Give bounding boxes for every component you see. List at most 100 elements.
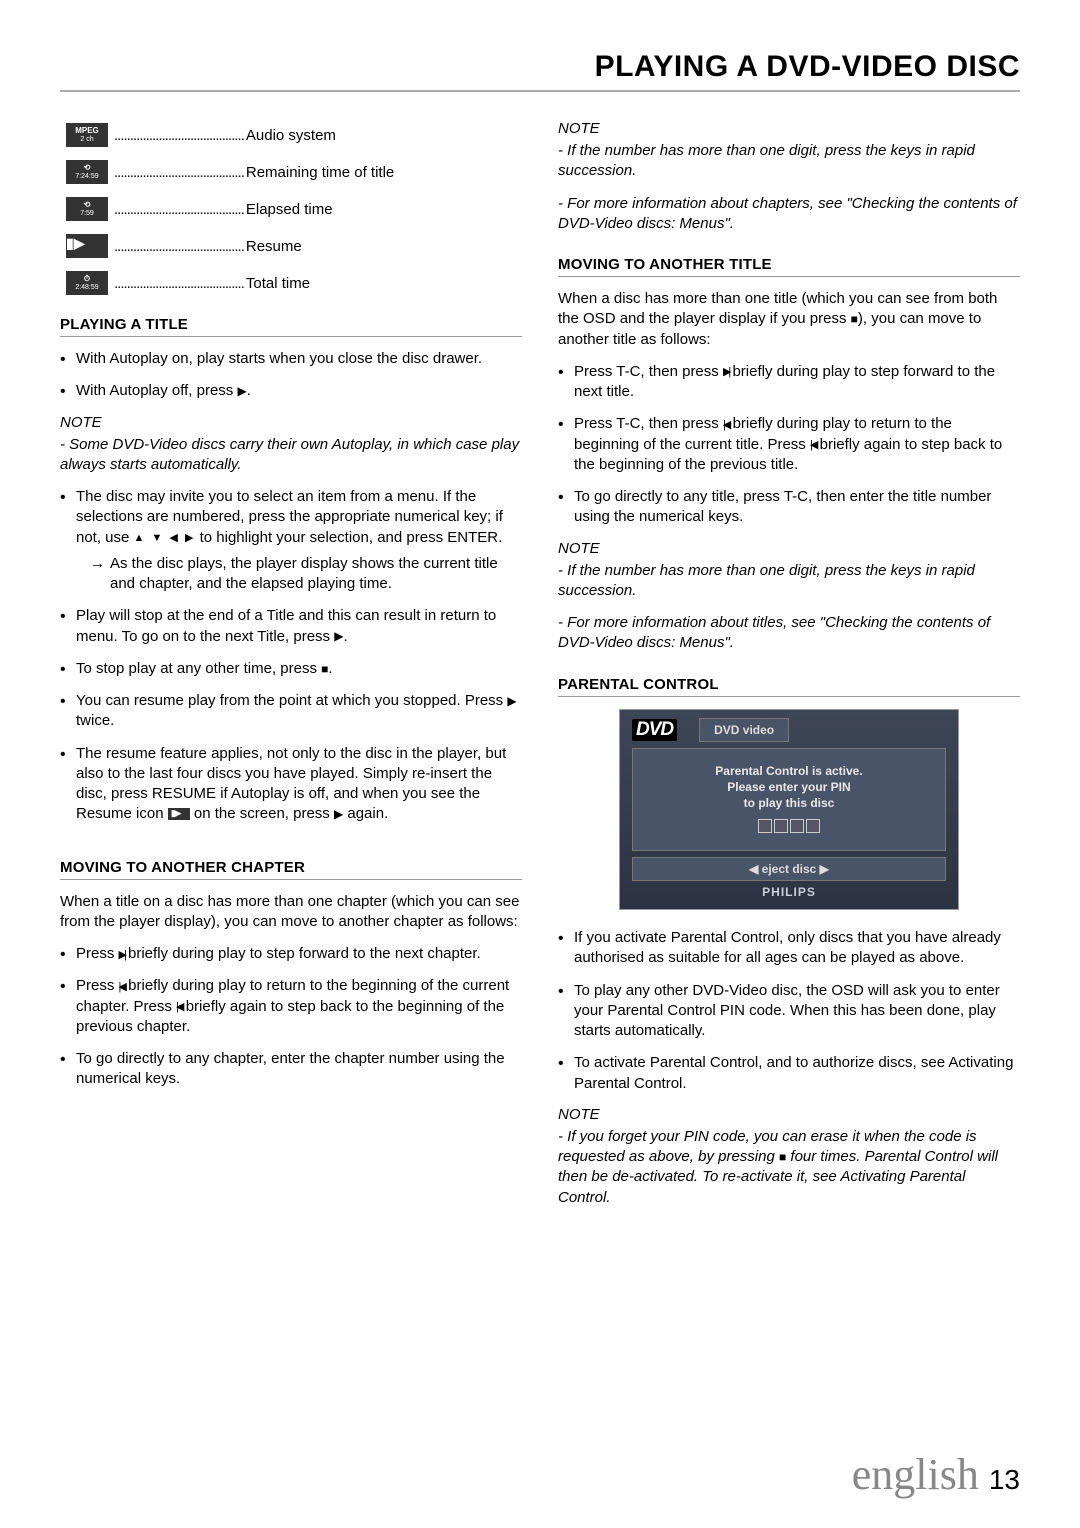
list-item: Press briefly during play to return to t… <box>60 976 522 1037</box>
legend-row-resume: ▮▶ .....................................… <box>66 231 522 261</box>
column-right: NOTE - If the number has more than one d… <box>558 120 1020 1208</box>
note-text: - For more information about chapters, s… <box>558 194 1020 235</box>
total-time-icon: ⏱ 2:48:59 <box>66 271 108 295</box>
legend-row-total: ⏱ 2:48:59 ..............................… <box>66 268 522 298</box>
icon-line2: 7:24:59 <box>75 173 98 181</box>
list-item: To go directly to any title, press T-C, … <box>558 487 1020 528</box>
icon-label: Total time <box>246 275 310 292</box>
text: Press T-C, then press <box>574 363 723 380</box>
text: briefly during play to step forward to t… <box>124 945 481 962</box>
note-block: NOTE - If the number has more than one d… <box>558 540 1020 654</box>
icon-legend: MPEG 2 ch ..............................… <box>60 120 522 298</box>
list-item: Press T-C, then press briefly during pla… <box>558 362 1020 403</box>
list-item: With Autoplay on, play starts when you c… <box>60 349 522 369</box>
page-footer: english 13 <box>852 1449 1020 1500</box>
content-columns: MPEG 2 ch ..............................… <box>60 120 1020 1208</box>
note-text: - If the number has more than one digit,… <box>558 141 1020 182</box>
page-number: 13 <box>989 1464 1020 1496</box>
page-title: PLAYING A DVD-VIDEO DISC <box>60 50 1020 84</box>
list-item: To play any other DVD-Video disc, the OS… <box>558 981 1020 1042</box>
icon-label: Resume <box>246 238 302 255</box>
play-icon <box>237 383 246 399</box>
panel-body: Parental Control is active. Please enter… <box>632 748 946 852</box>
moving-title-list: Press T-C, then press briefly during pla… <box>558 362 1020 528</box>
resume-icon <box>168 808 190 820</box>
parental-control-panel: DVD DVD video Parental Control is active… <box>619 709 959 911</box>
list-item: To go directly to any chapter, enter the… <box>60 1049 522 1090</box>
icon-line1: ⟲ <box>84 164 91 173</box>
note-text: - If you forget your PIN code, you can e… <box>558 1127 1020 1208</box>
text: Press <box>76 977 119 994</box>
playing-title-list: With Autoplay on, play starts when you c… <box>60 349 522 402</box>
panel-msg2: Please enter your PIN <box>643 779 935 795</box>
list-item: The disc may invite you to select an ite… <box>60 487 522 594</box>
legend-row-audio: MPEG 2 ch ..............................… <box>66 120 522 150</box>
icon-line2: 2:48:59 <box>75 284 98 292</box>
panel-msg1: Parental Control is active. <box>643 763 935 779</box>
heading-moving-chapter: MOVING TO ANOTHER CHAPTER <box>60 859 522 880</box>
text: Press <box>76 945 119 962</box>
moving-chapter-list: Press briefly during play to step forwar… <box>60 944 522 1090</box>
text: twice. <box>76 712 114 729</box>
list-item: Play will stop at the end of a Title and… <box>60 606 522 647</box>
title-divider <box>60 90 1020 92</box>
text: To stop play at any other time, press <box>76 660 321 677</box>
legend-row-remaining: ⟲ 7:24:59 ..............................… <box>66 157 522 187</box>
remaining-time-icon: ⟲ 7:24:59 <box>66 160 108 184</box>
icon-label: Remaining time of title <box>246 164 394 181</box>
list-item: You can resume play from the point at wh… <box>60 691 522 732</box>
play-icon <box>507 693 516 709</box>
arrow-keys-icon <box>134 529 196 546</box>
icon-line2: 2 ch <box>80 136 93 144</box>
panel-eject: ◀ eject disc ▶ <box>632 857 946 881</box>
note-block: NOTE - If you forget your PIN code, you … <box>558 1106 1020 1208</box>
heading-parental-control: PARENTAL CONTROL <box>558 676 1020 697</box>
pin-box <box>806 819 820 833</box>
icon-label: Audio system <box>246 127 336 144</box>
list-item: With Autoplay off, press . <box>60 381 522 401</box>
icon-label: Elapsed time <box>246 201 333 218</box>
panel-tab: DVD video <box>699 718 789 742</box>
parental-control-list: If you activate Parental Control, only d… <box>558 928 1020 1094</box>
sub-list: As the disc plays, the player display sh… <box>76 554 522 595</box>
icon-line1: ▮▶ <box>66 236 108 251</box>
text: . <box>343 628 347 645</box>
text: to highlight your selection, and press E… <box>195 529 502 546</box>
text: on the screen, press <box>190 805 334 822</box>
note-block: NOTE - Some DVD-Video discs carry their … <box>60 414 522 476</box>
panel-header: DVD DVD video <box>632 718 946 742</box>
dots: ........................................… <box>112 275 246 292</box>
dvd-logo-icon: DVD <box>632 719 677 741</box>
text: With Autoplay off, press <box>76 382 237 399</box>
note-head: NOTE <box>558 1106 1020 1123</box>
dots: ........................................… <box>112 164 246 181</box>
text: . <box>328 660 332 677</box>
dots: ........................................… <box>112 201 246 218</box>
dots: ........................................… <box>112 127 246 144</box>
note-block: NOTE - If the number has more than one d… <box>558 120 1020 234</box>
heading-playing-title: PLAYING A TITLE <box>60 316 522 337</box>
pin-boxes <box>643 819 935 838</box>
audio-system-icon: MPEG 2 ch <box>66 123 108 147</box>
list-item: If you activate Parental Control, only d… <box>558 928 1020 969</box>
legend-row-elapsed: ⟲ 7:59 .................................… <box>66 194 522 224</box>
note-text: - For more information about titles, see… <box>558 613 1020 654</box>
stop-icon <box>851 311 858 327</box>
pin-box <box>758 819 772 833</box>
footer-language: english <box>852 1449 979 1500</box>
elapsed-time-icon: ⟲ 7:59 <box>66 197 108 221</box>
heading-moving-title: MOVING TO ANOTHER TITLE <box>558 256 1020 277</box>
dots: ........................................… <box>112 238 246 255</box>
list-item: Press T-C, then press briefly during pla… <box>558 414 1020 475</box>
pin-box <box>774 819 788 833</box>
resume-icon: ▮▶ <box>66 234 108 258</box>
list-item: To stop play at any other time, press . <box>60 659 522 679</box>
text: Press T-C, then press <box>574 415 723 432</box>
note-head: NOTE <box>60 414 522 431</box>
moving-chapter-intro: When a title on a disc has more than one… <box>60 892 522 933</box>
text: . <box>247 382 251 399</box>
note-head: NOTE <box>558 120 1020 137</box>
icon-line2: 7:59 <box>80 210 94 218</box>
play-icon <box>334 806 343 822</box>
note-head: NOTE <box>558 540 1020 557</box>
